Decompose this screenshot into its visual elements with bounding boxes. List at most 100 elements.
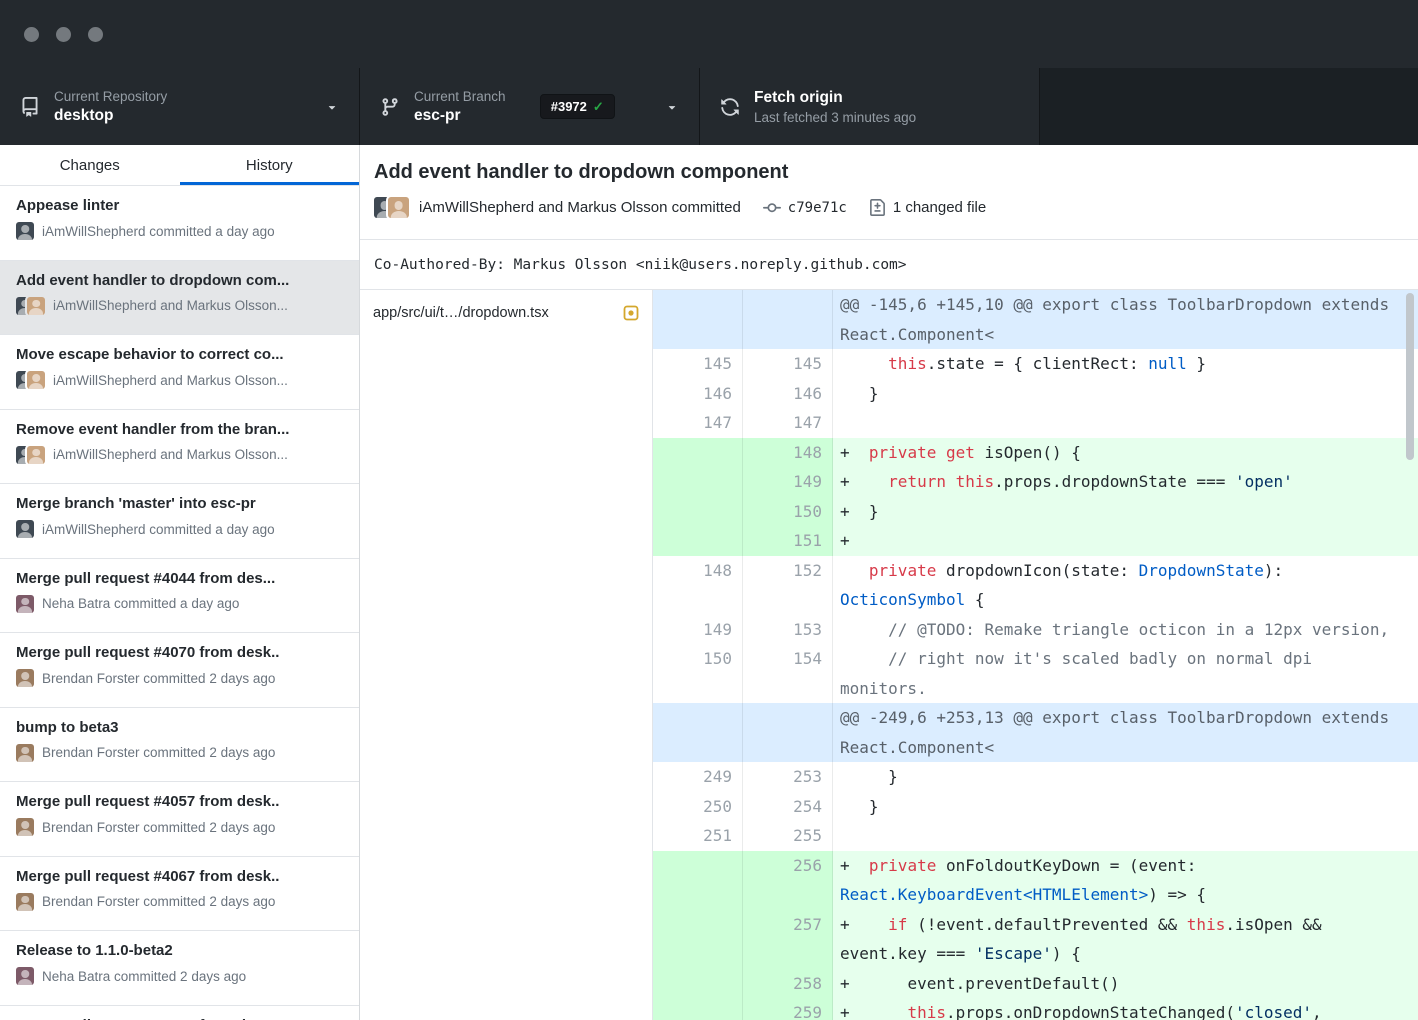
commit-list-item[interactable]: Move escape behavior to correct co...iAm… — [0, 335, 359, 410]
app-toolbar: Current Repository desktop Current Branc… — [0, 68, 1418, 145]
diff-code-line: } — [833, 792, 1418, 822]
diff-code-line: private dropdownIcon(state: DropdownStat… — [833, 556, 1418, 615]
commit-item-title: Add event handler to dropdown com... — [16, 272, 343, 289]
new-line-number: 259 — [743, 998, 833, 1020]
old-line-number — [653, 526, 743, 556]
new-line-number: 255 — [743, 821, 833, 851]
fetch-origin-button[interactable]: Fetch origin Last fetched 3 minutes ago — [700, 68, 1040, 145]
diff-code-line: + } — [833, 497, 1418, 527]
diff-code-line — [833, 408, 1418, 438]
commit-item-meta: Brendan Forster committed 2 days ago — [16, 669, 343, 687]
branch-name: esc-pr — [414, 107, 506, 125]
commit-meta-row: iAmWillShepherd and Markus Olsson commit… — [374, 197, 1404, 218]
avatar-stack — [16, 595, 34, 613]
commit-list-item[interactable]: Merge pull request #4070 from desk.. Bren… — [0, 633, 359, 708]
new-line-number: 150 — [743, 497, 833, 527]
diff-code-line: this.state = { clientRect: null } — [833, 349, 1418, 379]
avatar-stack — [16, 967, 34, 985]
commit-list-item[interactable]: bump to beta3Brendan Forster committed 2… — [0, 708, 359, 783]
commit-list-item[interactable]: Add event handler to dropdown com...iAmW… — [0, 261, 359, 336]
file-path: app/src/ui/t…/dropdown.tsx — [373, 305, 623, 321]
avatar-stack — [374, 197, 409, 218]
chevron-down-icon — [325, 100, 339, 114]
commit-item-meta: iAmWillShepherd committed a day ago — [16, 222, 343, 240]
diff-code-line: + this.props.onDropdownStateChanged('clo… — [833, 998, 1418, 1020]
commit-list-item[interactable]: Merge pull request #4072 from des...Bren… — [0, 1006, 359, 1020]
avatar — [16, 669, 34, 687]
avatar-stack — [16, 446, 45, 464]
diff-row: 250254 } — [653, 792, 1418, 822]
tab-history[interactable]: History — [180, 145, 360, 185]
diff-row: 149153 // @TODO: Remake triangle octicon… — [653, 615, 1418, 645]
commit-item-byline: iAmWillShepherd committed a day ago — [42, 522, 275, 537]
avatar-stack — [16, 669, 34, 687]
new-line-number: 147 — [743, 408, 833, 438]
commit-list-item[interactable]: Remove event handler from the bran... iAm… — [0, 410, 359, 485]
new-line-number — [743, 703, 833, 762]
diff-code-line: + private get isOpen() { — [833, 438, 1418, 468]
new-line-number: 148 — [743, 438, 833, 468]
diff-row: 149+ return this.props.dropdownState ===… — [653, 467, 1418, 497]
commit-list-item[interactable]: Merge pull request #4067 from desk..Bren… — [0, 857, 359, 932]
diff-code-line: @@ -145,6 +145,10 @@ export class Toolba… — [833, 290, 1418, 349]
tab-changes[interactable]: Changes — [0, 145, 180, 185]
new-line-number — [743, 290, 833, 349]
diff-code-line: + return this.props.dropdownState === 'o… — [833, 467, 1418, 497]
diff-code-line: + — [833, 526, 1418, 556]
commit-item-title: bump to beta3 — [16, 719, 343, 736]
new-line-number: 152 — [743, 556, 833, 615]
old-line-number: 148 — [653, 556, 743, 615]
repository-switcher-button[interactable]: Current Repository desktop — [0, 68, 360, 145]
commit-item-title: Remove event handler from the bran... — [16, 421, 343, 438]
window-close-button[interactable] — [24, 27, 39, 42]
commit-authors-avatars — [374, 197, 409, 218]
commit-item-meta: iAmWillShepherd and Markus Olsson... — [16, 371, 343, 389]
branch-switcher-button[interactable]: Current Branch esc-pr #3972 ✓ — [360, 68, 700, 145]
diff-row: 150+ } — [653, 497, 1418, 527]
commit-summary-header: Add event handler to dropdown component … — [360, 145, 1418, 240]
window-minimize-button[interactable] — [56, 27, 71, 42]
commit-item-title: Merge pull request #4070 from desk.. — [16, 644, 343, 661]
diff-code-line: + if (!event.defaultPrevented && this.is… — [833, 910, 1418, 969]
avatar — [16, 595, 34, 613]
diff-row: 257+ if (!event.defaultPrevented && this… — [653, 910, 1418, 969]
commit-item-byline: iAmWillShepherd and Markus Olsson... — [53, 373, 288, 388]
avatar — [27, 446, 45, 464]
file-list-item[interactable]: app/src/ui/t…/dropdown.tsx — [360, 290, 652, 335]
git-branch-icon — [380, 97, 400, 117]
commit-item-title: Release to 1.1.0-beta2 — [16, 942, 343, 959]
chevron-down-icon — [665, 100, 679, 114]
old-line-number — [653, 497, 743, 527]
commit-list-item[interactable]: Merge branch 'master' into esc-priAmWill… — [0, 484, 359, 559]
avatar — [16, 520, 34, 538]
diff-row: 259+ this.props.onDropdownStateChanged('… — [653, 998, 1418, 1020]
changed-files-count: 1 changed file — [893, 199, 986, 216]
commit-item-title: Appease linter — [16, 197, 343, 214]
avatar — [16, 222, 34, 240]
branch-label: Current Branch — [414, 89, 506, 104]
diff-code-line — [833, 821, 1418, 851]
commit-list-item[interactable]: Merge pull request #4044 from des...Neha… — [0, 559, 359, 634]
commit-list-item[interactable]: Merge pull request #4057 from desk..Bren… — [0, 782, 359, 857]
avatar-stack — [16, 222, 34, 240]
commit-list-item[interactable]: Appease linter iAmWillShepherd committed … — [0, 186, 359, 261]
diff-code-line: @@ -249,6 +253,13 @@ export class Toolba… — [833, 703, 1418, 762]
old-line-number — [653, 467, 743, 497]
diff-row: @@ -145,6 +145,10 @@ export class Toolba… — [653, 290, 1418, 349]
window-titlebar — [0, 0, 1418, 68]
changed-files-panel: app/src/ui/t…/dropdown.tsx — [360, 290, 653, 1020]
diff-viewer: @@ -145,6 +145,10 @@ export class Toolba… — [653, 290, 1418, 1020]
commit-list-item[interactable]: Release to 1.1.0-beta2Neha Batra committ… — [0, 931, 359, 1006]
commit-item-meta: iAmWillShepherd and Markus Olsson... — [16, 446, 343, 464]
commit-item-meta: Brendan Forster committed 2 days ago — [16, 893, 343, 911]
old-line-number: 250 — [653, 792, 743, 822]
commit-item-byline: iAmWillShepherd and Markus Olsson... — [53, 447, 288, 462]
diff-scrollbar-thumb[interactable] — [1406, 293, 1414, 460]
window-zoom-button[interactable] — [88, 27, 103, 42]
diff-row: 145145 this.state = { clientRect: null } — [653, 349, 1418, 379]
file-modified-icon — [623, 305, 639, 321]
new-line-number: 146 — [743, 379, 833, 409]
new-line-number: 145 — [743, 349, 833, 379]
old-line-number: 149 — [653, 615, 743, 645]
repo-label: Current Repository — [54, 89, 167, 104]
